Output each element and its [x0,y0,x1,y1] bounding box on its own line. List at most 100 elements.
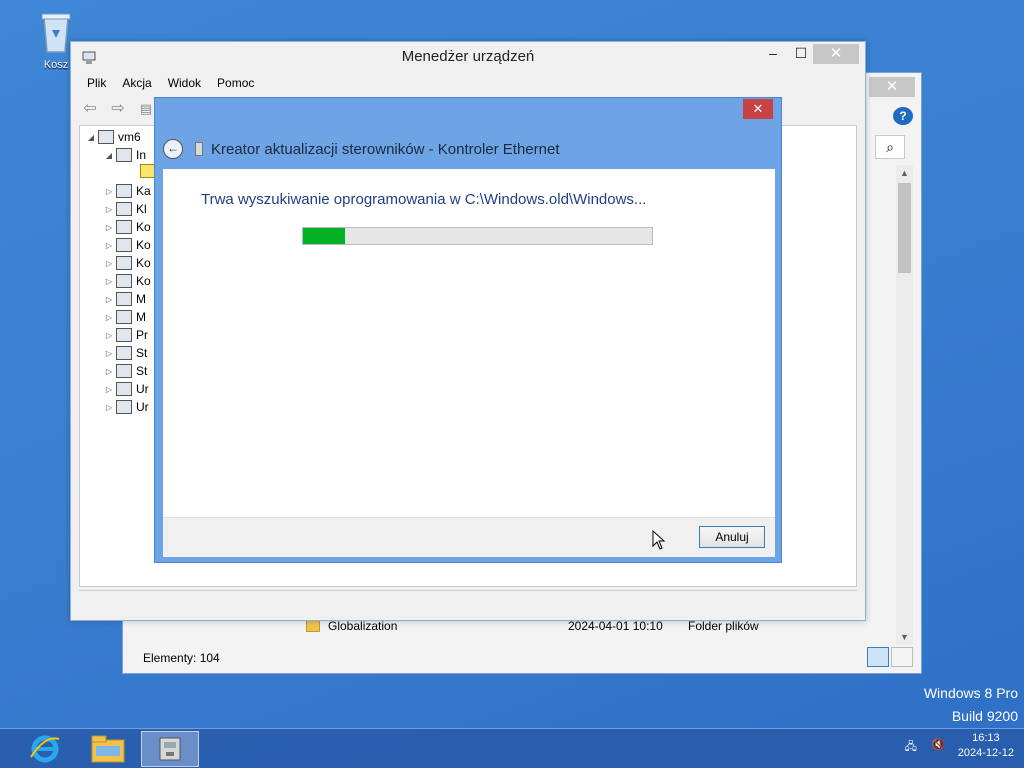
tree-item-label: Ur [136,400,149,414]
hid-device-icon [116,382,132,396]
network-device-icon [116,400,132,414]
device-manager-icon [159,737,181,761]
clock-date: 2024-12-12 [957,747,1014,759]
watermark-build: Build 9200 [951,708,1018,724]
menu-widok[interactable]: Widok [160,74,209,94]
wizard-footer: Anuluj [163,517,775,557]
menu-akcja[interactable]: Akcja [114,74,159,94]
device-manager-statusbar [79,590,857,614]
device-manager-title: Menedżer urządzeń [401,48,535,65]
tree-item[interactable]: ▷ St [102,344,147,362]
watermark-edition: Windows 8 Pro [923,685,1018,701]
file-name: Globalization [328,619,398,633]
explorer-scrollbar[interactable]: ▲ ▼ [896,165,913,645]
wizard-body: Trwa wyszukiwanie oprogramowania w C:\Wi… [163,169,775,517]
tree-item-label: Ko [136,256,151,270]
explorer-close-button[interactable]: ✕ [869,77,915,97]
tree-item[interactable]: ▷ Ko [102,236,151,254]
taskbar: 🖧 🔇 16:13 2024-12-12 [0,728,1024,768]
clock[interactable]: 16:13 2024-12-12 [958,731,1014,761]
tiles-view-icon[interactable] [891,647,913,667]
system-device-icon [116,364,132,378]
tree-item-expanded[interactable]: ◢ In [102,146,146,164]
driver-update-wizard[interactable]: ✕ ← Kreator aktualizacji sterowników - K… [154,97,782,563]
taskbar-internet-explorer[interactable] [16,731,74,767]
search-icon[interactable]: ⌕ [875,135,905,159]
tree-item-label: In [136,148,147,162]
tree-item[interactable]: ▷ Ko [102,218,151,236]
tree-item-label: M [136,310,146,324]
processor-icon [116,328,132,342]
tree-item-label: Ko [136,220,151,234]
device-icon [195,142,203,156]
explorer-item-count: Elementy: 104 [143,651,220,665]
device-manager-close-button[interactable]: ✕ [813,44,859,64]
tree-item[interactable]: ▷ Pr [102,326,148,344]
controller-icon [116,238,132,252]
folder-icon [306,620,320,632]
tree-item-label: Ka [136,184,151,198]
scroll-thumb[interactable] [898,183,911,273]
tree-item[interactable]: ▷ Ko [102,254,151,272]
tree-root-label: vm6 [118,130,141,144]
minimize-button[interactable]: – [759,42,787,64]
menu-bar: Plik Akcja Widok Pomoc [79,74,262,94]
keyboard-icon [116,202,132,216]
mouse-icon [116,274,132,288]
usb-controller-icon [116,256,132,270]
details-view-icon[interactable] [867,647,889,667]
tree-item-label: M [136,292,146,306]
tree-item[interactable]: ▷ M [102,290,146,308]
tree-item-label: Pr [136,328,148,342]
network-disconnected-icon[interactable]: 🖧 [902,738,920,754]
search-progress-bar [302,227,653,245]
tree-item-label: Ko [136,274,151,288]
menu-pomoc[interactable]: Pomoc [209,74,262,94]
cancel-button[interactable]: Anuluj [699,526,765,548]
system-tray: 🖧 🔇 16:13 2024-12-12 [902,731,1014,761]
taskbar-file-explorer[interactable] [79,731,137,767]
search-status-message: Trwa wyszukiwanie oprogramowania w C:\Wi… [201,191,647,208]
toolbar: ⇦ ⇨ ▤ [79,96,157,122]
tree-item-label: St [136,364,148,378]
maximize-button[interactable]: ☐ [787,42,815,64]
tree-item[interactable]: ▷ St [102,362,147,380]
menu-plik[interactable]: Plik [79,74,114,94]
progress-fill [303,228,345,244]
tree-item[interactable]: ▷ Ur [102,380,149,398]
display-adapter-icon [116,184,132,198]
collapse-icon[interactable]: ◢ [84,133,98,142]
clock-time: 16:13 [972,732,1000,744]
back-arrow-icon[interactable]: ⇦ [79,99,101,119]
file-type: Folder plików [688,619,759,633]
help-icon[interactable]: ? [893,107,913,125]
collapse-icon[interactable]: ◢ [102,151,116,160]
tree-item[interactable]: ▷ Ka [102,182,151,200]
computer-device-icon [116,220,132,234]
back-arrow-button[interactable]: ← [163,139,183,159]
computer-icon [98,130,114,144]
recycle-bin-icon [41,13,71,53]
internet-explorer-icon [30,735,60,763]
wizard-close-button[interactable]: ✕ [743,99,773,119]
mice-icon [116,310,132,324]
tree-item[interactable]: ▷ M [102,308,146,326]
storage-icon [116,346,132,360]
scroll-up-icon[interactable]: ▲ [896,165,913,181]
folder-icon [91,735,125,763]
scroll-down-icon[interactable]: ▼ [896,629,913,645]
monitor-icon [116,292,132,306]
volume-muted-icon[interactable]: 🔇 [930,738,948,754]
taskbar-device-manager[interactable] [141,731,199,767]
tree-item[interactable]: ▷ Ko [102,272,151,290]
wizard-title: Kreator aktualizacji sterowników - Kontr… [211,140,560,158]
tree-item-label: Ko [136,238,151,252]
file-date: 2024-04-01 10:10 [568,619,663,633]
tree-item[interactable]: ▷ Kl [102,200,147,218]
list-item[interactable]: Globalization 2024-04-01 10:10 Folder pl… [306,619,759,633]
tree-item[interactable]: ▷ Ur [102,398,149,416]
tree-item-label: Kl [136,202,147,216]
forward-arrow-icon[interactable]: ⇨ [107,99,129,119]
tree-root[interactable]: ◢ vm6 [84,128,141,146]
mouse-cursor-icon [652,530,666,550]
